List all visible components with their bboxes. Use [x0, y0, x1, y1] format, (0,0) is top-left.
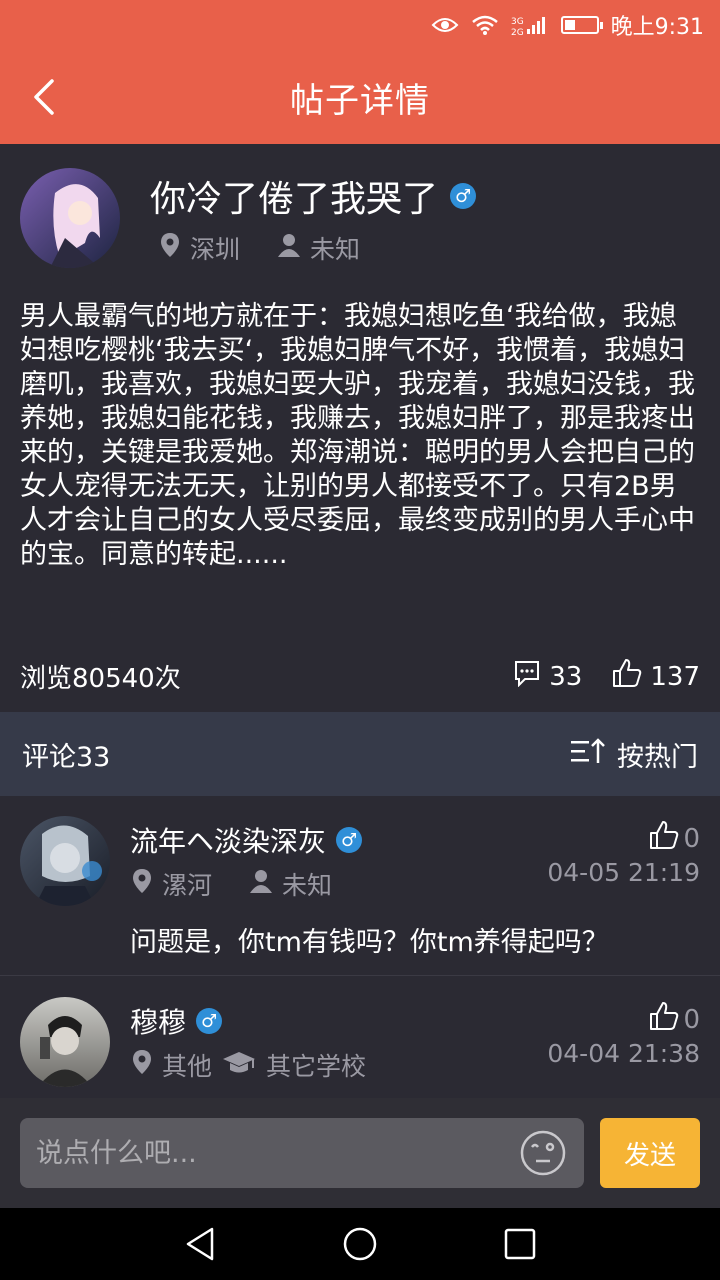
comment-input[interactable] — [20, 1118, 584, 1188]
post-stats: 浏览80540次 33 137 — [20, 658, 700, 695]
like-count: 137 — [650, 661, 700, 692]
page-title: 帖子详情 — [290, 80, 430, 121]
male-icon: ♂ — [336, 827, 363, 853]
author-identity: 未知 — [310, 235, 361, 264]
comment-like-count: 0 — [683, 1004, 700, 1035]
commenter-name[interactable]: 流年ヘ淡染深灰 ♂ — [130, 820, 363, 860]
signal-icon: 3G 2G — [511, 14, 549, 36]
post-body: 男人最霸气的地方就在于：我媳妇想吃鱼‘我给做，我媳妇想吃樱桃‘我去买‘，我媳妇脾… — [20, 301, 695, 570]
commenter-meta: 漯河 未知 — [132, 866, 332, 902]
comment-time: 04-04 21:38 — [547, 1039, 700, 1068]
nav-recent-icon[interactable] — [502, 1226, 538, 1262]
nav-home-icon[interactable] — [342, 1226, 378, 1262]
comments-title: 评论33 — [22, 741, 111, 773]
comment-time: 04-05 21:19 — [547, 858, 700, 887]
like-stat[interactable]: 137 — [612, 658, 700, 695]
comment-input-bar: 发送 — [0, 1098, 720, 1208]
svg-text:2G: 2G — [511, 28, 524, 36]
nav-back-icon[interactable] — [182, 1226, 218, 1262]
comment-count: 33 — [549, 661, 583, 692]
commenter-avatar[interactable] — [20, 997, 110, 1087]
status-time: 晚上9:31 — [610, 15, 704, 40]
comment-item: 流年ヘ淡染深灰 ♂ 漯河 未知 0 04-05 21:19 问题是，你tm有钱吗… — [0, 796, 720, 976]
thumb-up-icon — [649, 820, 679, 857]
comment-like-count: 0 — [683, 823, 700, 854]
commenter-meta: 其他 其它学校 — [132, 1047, 366, 1083]
location-icon — [160, 232, 180, 264]
commenter-avatar[interactable] — [20, 816, 110, 906]
thumb-up-icon — [649, 1001, 679, 1038]
location-icon — [132, 868, 152, 900]
comment-text: 问题是，你tm有钱吗？你tm养得起吗？ — [130, 927, 609, 958]
status-bar: 3G 2G 晚上9:31 — [0, 0, 720, 50]
comment-like-button[interactable]: 0 — [649, 1001, 700, 1038]
person-icon — [278, 233, 301, 263]
comment-icon — [513, 659, 541, 694]
commenter-name[interactable]: 穆穆 ♂ — [130, 1001, 223, 1041]
commenter-identity: 未知 — [282, 871, 333, 900]
view-count: 浏览80540次 — [20, 664, 181, 694]
comment-stat[interactable]: 33 — [513, 659, 582, 694]
male-icon: ♂ — [196, 1008, 223, 1034]
thumb-up-icon — [612, 658, 642, 695]
comment-like-button[interactable]: 0 — [649, 820, 700, 857]
battery-icon — [560, 16, 603, 34]
wifi-icon — [471, 14, 499, 36]
author-location: 深圳 — [190, 235, 241, 264]
male-icon: ♂ — [450, 183, 477, 209]
commenter-location: 其他 — [162, 1052, 213, 1081]
person-icon — [250, 869, 273, 899]
svg-text:3G: 3G — [511, 17, 524, 27]
author-meta: 深圳 未知 — [160, 230, 360, 266]
post: 你冷了倦了我哭了 ♂ 深圳 未知 男人最霸气的地方就在于：我媳妇想吃鱼‘我给做，… — [0, 144, 720, 712]
back-icon[interactable] — [22, 74, 66, 120]
author-avatar[interactable] — [20, 168, 120, 268]
eye-icon — [431, 16, 459, 34]
comments-header: 评论33 按热门 — [0, 712, 720, 796]
system-nav-bar — [0, 1208, 720, 1280]
commenter-location: 漯河 — [162, 871, 213, 900]
sort-button[interactable]: 按热门 — [571, 735, 698, 774]
header: 帖子详情 — [0, 50, 720, 144]
author-name[interactable]: 你冷了倦了我哭了 ♂ — [150, 170, 477, 222]
sort-icon — [571, 737, 605, 772]
school-icon — [222, 1050, 256, 1080]
commenter-identity: 其它学校 — [266, 1052, 367, 1081]
comment-item: 穆穆 ♂ 其他 其它学校 0 04-04 21:38 — [0, 977, 720, 1098]
send-button[interactable]: 发送 — [600, 1118, 700, 1188]
emoji-icon[interactable] — [520, 1130, 566, 1176]
sort-label: 按热门 — [617, 741, 698, 773]
location-icon — [132, 1049, 152, 1081]
